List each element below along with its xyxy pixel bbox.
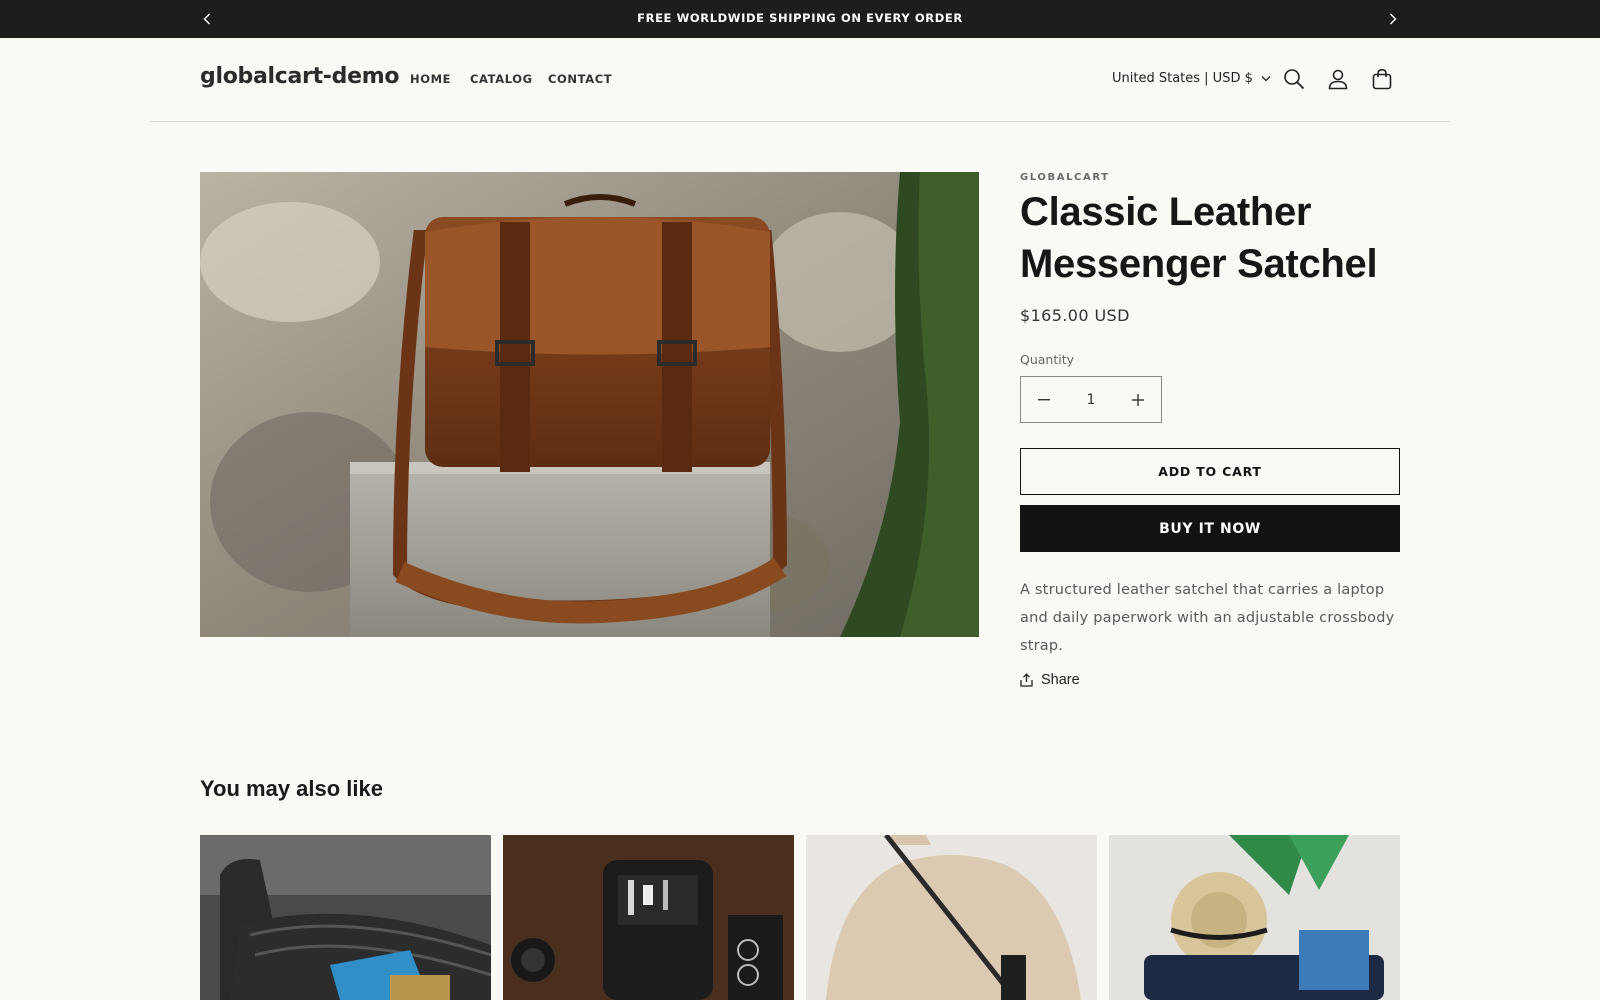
product-title: Classic Leather Messenger Satchel (1020, 190, 1378, 286)
header-divider (150, 121, 1450, 122)
add-to-cart-button[interactable]: ADD TO CART (1020, 448, 1400, 495)
nav-contact[interactable]: CONTACT (548, 72, 612, 86)
recommendation-card[interactable] (1109, 835, 1400, 1000)
announcement-text: FREE WORLDWIDE SHIPPING ON EVERY ORDER (637, 11, 963, 25)
locale-selector[interactable]: United States | USD $ (1112, 71, 1271, 86)
quantity-input[interactable]: 1 (1067, 377, 1115, 422)
minus-icon (1038, 398, 1050, 400)
nav-home[interactable]: HOME (410, 72, 451, 86)
buy-now-button[interactable]: BUY IT NOW (1020, 505, 1400, 552)
announcement-bar: FREE WORLDWIDE SHIPPING ON EVERY ORDER (0, 0, 1600, 38)
product-description: A structured leather satchel that carrie… (1020, 582, 1395, 654)
quantity-decrease-button[interactable] (1021, 377, 1067, 422)
chevron-right-icon[interactable] (1383, 9, 1403, 29)
product-price: $165.00 USD (1020, 306, 1130, 325)
store-logo[interactable]: globalcart-demo (200, 64, 399, 89)
locale-label: United States | USD $ (1112, 71, 1253, 86)
recommendation-card[interactable] (200, 835, 491, 1000)
chevron-down-icon (1261, 76, 1271, 82)
recommendation-card[interactable] (503, 835, 794, 1000)
site-header: globalcart-demo HOME CATALOG CONTACT Uni… (0, 38, 1600, 122)
plus-icon (1132, 393, 1144, 406)
product-vendor: GLOBALCART (1020, 172, 1110, 183)
quantity-increase-button[interactable] (1115, 377, 1161, 422)
account-icon[interactable] (1325, 66, 1351, 92)
recommendation-card[interactable] (806, 835, 1097, 1000)
share-icon (1020, 673, 1033, 687)
quantity-stepper: 1 (1020, 376, 1162, 423)
share-button[interactable]: Share (1020, 672, 1080, 688)
product-image[interactable] (200, 172, 979, 637)
recommendations-title: You may also like (200, 776, 384, 801)
quantity-label: Quantity (1020, 352, 1075, 367)
share-label: Share (1041, 672, 1080, 688)
cart-icon[interactable] (1369, 66, 1395, 92)
nav-catalog[interactable]: CATALOG (470, 72, 533, 86)
search-icon[interactable] (1281, 66, 1307, 92)
